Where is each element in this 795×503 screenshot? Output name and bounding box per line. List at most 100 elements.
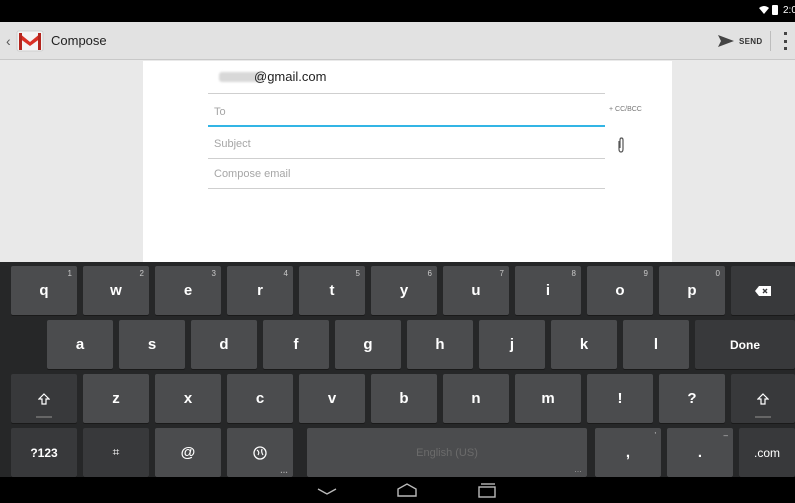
key-shift-right[interactable] (731, 374, 795, 423)
action-bar: ‹ Compose SEND (0, 22, 795, 60)
key-dotcom[interactable]: .com (739, 428, 795, 477)
key-label: c (255, 390, 265, 407)
key-label: p (687, 282, 697, 299)
subject-field[interactable]: Subject (208, 135, 605, 159)
to-field[interactable]: To (208, 103, 605, 127)
key-z[interactable]: z (83, 374, 149, 423)
send-button[interactable]: SEND (718, 29, 768, 53)
done-key[interactable]: Done (695, 320, 795, 369)
key-label: b (399, 390, 409, 407)
key-u[interactable]: u7 (443, 266, 509, 315)
key-label: g (363, 336, 373, 353)
key-emoji[interactable]: … (227, 428, 293, 477)
screen: 2:0 ‹ Compose SEND @gmail.com To + CC/BC… (0, 0, 795, 503)
gmail-logo-icon[interactable] (16, 27, 44, 55)
key-hash[interactable]: ⌗ (83, 428, 149, 477)
key-t[interactable]: t5 (299, 266, 365, 315)
overflow-menu-icon[interactable] (783, 32, 787, 50)
key-at[interactable]: @ (155, 428, 221, 477)
key-label: j (509, 336, 515, 353)
key-label: s (147, 336, 157, 353)
key-x[interactable]: x (155, 374, 221, 423)
key-label: d (219, 336, 229, 353)
compose-body-field[interactable]: Compose email (208, 165, 605, 189)
key-label: ! (617, 390, 623, 407)
status-bar: 2:0 (0, 0, 795, 22)
key-s[interactable]: s (119, 320, 185, 369)
key-label: , (625, 444, 631, 461)
key-label: i (545, 282, 551, 299)
more-dots: … (574, 465, 582, 474)
hide-keyboard-icon[interactable] (316, 480, 338, 500)
key-o[interactable]: o9 (587, 266, 653, 315)
recent-apps-icon[interactable] (476, 480, 498, 500)
key-f[interactable]: f (263, 320, 329, 369)
compose-sheet: @gmail.com To + CC/BCC Subject Compose e… (143, 61, 672, 262)
key-b[interactable]: b (371, 374, 437, 423)
from-field[interactable]: @gmail.com (208, 67, 605, 94)
key-label: h (435, 336, 445, 353)
key-label: v (327, 390, 337, 407)
key-hint: 3 (211, 269, 216, 278)
key-label: u (471, 282, 481, 299)
key-l[interactable]: l (623, 320, 689, 369)
key-label: ?123 (30, 445, 58, 460)
attachment-icon[interactable] (617, 137, 625, 153)
key-label: .com (753, 445, 780, 460)
key-c[interactable]: c (227, 374, 293, 423)
key-exclamation[interactable]: ! (587, 374, 653, 423)
key-hint: ' (654, 431, 656, 440)
key-period[interactable]: . – (667, 428, 733, 477)
shift-icon (38, 392, 50, 405)
key-hint: 8 (571, 269, 576, 278)
clock: 2:0 (783, 5, 795, 16)
key-label: m (541, 390, 555, 407)
key-p[interactable]: p0 (659, 266, 725, 315)
key-w[interactable]: w2 (83, 266, 149, 315)
key-hint: 2 (139, 269, 144, 278)
key-a[interactable]: a (47, 320, 113, 369)
soft-keyboard: q1 w2 e3 r4 t5 y6 u7 i8 o9 p0 a s d f g … (0, 262, 795, 477)
key-label: k (579, 336, 589, 353)
space-bar[interactable]: English (US) … (307, 428, 587, 477)
key-hint: 5 (355, 269, 360, 278)
key-hint: – (723, 431, 728, 440)
key-backspace[interactable] (731, 266, 795, 315)
emoji-globe-icon (253, 445, 267, 460)
key-n[interactable]: n (443, 374, 509, 423)
battery-icon (772, 5, 778, 15)
key-j[interactable]: j (479, 320, 545, 369)
navigation-bar (0, 477, 795, 503)
key-e[interactable]: e3 (155, 266, 221, 315)
subject-placeholder: Subject (214, 138, 251, 150)
key-q[interactable]: q1 (11, 266, 77, 315)
key-k[interactable]: k (551, 320, 617, 369)
wifi-icon (759, 6, 769, 14)
key-label: x (183, 390, 193, 407)
key-y[interactable]: y6 (371, 266, 437, 315)
key-h[interactable]: h (407, 320, 473, 369)
done-key-label: Done (730, 337, 760, 352)
home-icon[interactable] (395, 480, 419, 500)
key-symbols[interactable]: ?123 (11, 428, 77, 477)
key-hint: 6 (427, 269, 432, 278)
key-shift-left[interactable] (11, 374, 77, 423)
key-label: w (110, 282, 122, 299)
key-label: o (615, 282, 625, 299)
key-label: f (293, 336, 299, 353)
key-label: ⌗ (112, 445, 120, 459)
key-d[interactable]: d (191, 320, 257, 369)
key-r[interactable]: r4 (227, 266, 293, 315)
key-comma[interactable]: , ' (595, 428, 661, 477)
key-question[interactable]: ? (659, 374, 725, 423)
to-placeholder: To (214, 106, 226, 118)
key-m[interactable]: m (515, 374, 581, 423)
key-i[interactable]: i8 (515, 266, 581, 315)
send-button-label: SEND (739, 36, 763, 46)
key-v[interactable]: v (299, 374, 365, 423)
cc-bcc-button[interactable]: + CC/BCC (609, 106, 642, 113)
key-g[interactable]: g (335, 320, 401, 369)
back-caret-icon[interactable]: ‹ (6, 33, 16, 49)
key-label: a (75, 336, 85, 353)
shift-indicator (36, 416, 52, 418)
